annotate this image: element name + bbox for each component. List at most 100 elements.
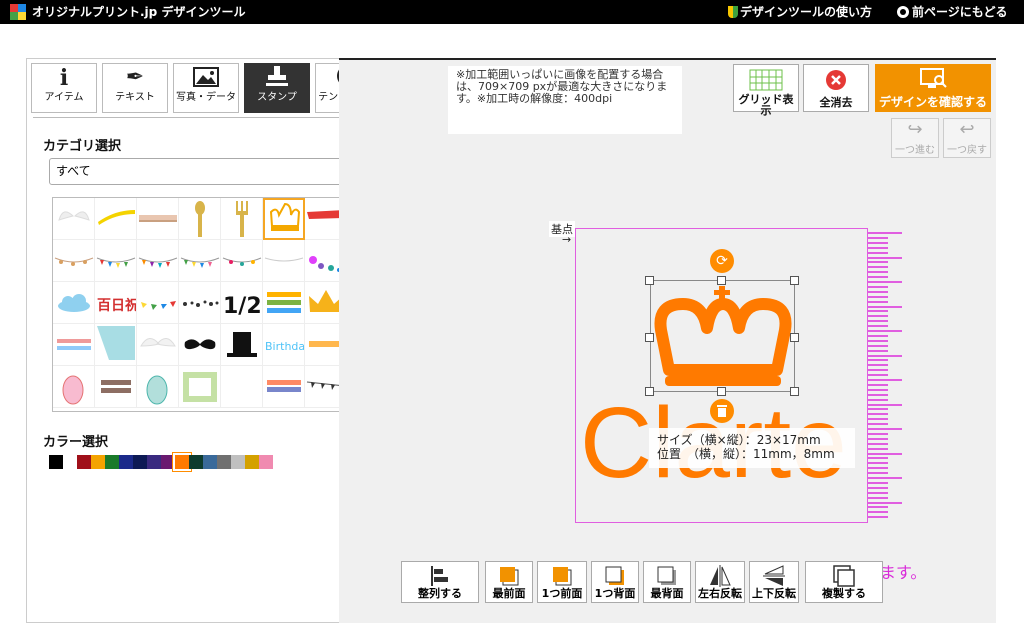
tab-stamp[interactable]: スタンプ	[244, 63, 310, 113]
tab-label: テキスト	[115, 92, 155, 103]
stamp-dots[interactable]	[179, 282, 221, 324]
resize-handle-n[interactable]	[717, 276, 726, 285]
image-icon	[174, 64, 238, 92]
selection-box	[650, 280, 795, 392]
send-back-label: 最背面	[650, 587, 684, 600]
color-swatch[interactable]	[147, 455, 161, 469]
resize-handle-sw[interactable]	[645, 387, 654, 396]
stamp-wings[interactable]	[53, 198, 95, 240]
stamp-cloud[interactable]	[53, 282, 95, 324]
color-swatch[interactable]	[259, 455, 273, 469]
color-swatch[interactable]	[63, 455, 77, 469]
grid-icon	[749, 69, 783, 91]
color-swatch[interactable]	[91, 455, 105, 469]
stamp-half-birthday-3[interactable]	[95, 366, 137, 408]
stamp-half-birthday-4[interactable]	[263, 366, 305, 408]
ruler	[868, 232, 902, 522]
stamp-half-block[interactable]	[95, 324, 137, 366]
ruler-tick	[868, 310, 888, 313]
flip-horizontal-button[interactable]: 左右反転	[695, 561, 745, 603]
color-swatch[interactable]	[231, 455, 245, 469]
stamp-spoon[interactable]	[179, 198, 221, 240]
stamp-yellow-swoosh[interactable]	[95, 198, 137, 240]
help-link[interactable]: デザインツールの使い方	[728, 3, 872, 20]
tab-text[interactable]: ✒ テキスト	[102, 63, 168, 113]
stamp-birthday-text[interactable]: Birthday	[263, 324, 305, 366]
redo-label: 一つ進む	[895, 145, 935, 156]
ruler-tick	[868, 271, 888, 274]
stamp-lace-ribbon[interactable]	[137, 198, 179, 240]
stamp-flag-garland-2[interactable]	[137, 240, 179, 282]
bring-front-button[interactable]: 最前面	[485, 561, 533, 603]
color-swatch[interactable]	[119, 455, 133, 469]
tab-item[interactable]: i アイテム	[31, 63, 97, 113]
color-swatch[interactable]	[203, 455, 217, 469]
back-link[interactable]: 前ページにもどる	[897, 3, 1008, 20]
ruler-tick	[868, 388, 888, 391]
color-swatch[interactable]	[133, 455, 147, 469]
resize-handle-se[interactable]	[790, 387, 799, 396]
stamp-baby-foot[interactable]	[137, 366, 179, 408]
flip-vertical-button[interactable]: 上下反転	[749, 561, 799, 603]
stamp-triangle-flags[interactable]	[137, 282, 179, 324]
duplicate-button[interactable]: 複製する	[805, 561, 883, 603]
align-button[interactable]: 整列する	[401, 561, 479, 603]
color-swatch[interactable]	[49, 455, 63, 469]
bring-front-icon	[486, 562, 532, 588]
send-back-button[interactable]: 最背面	[643, 561, 691, 603]
color-swatch[interactable]	[245, 455, 259, 469]
ruler-tick	[868, 477, 902, 479]
color-swatch[interactable]	[161, 455, 175, 469]
color-swatch[interactable]	[189, 455, 203, 469]
ruler-tick	[868, 481, 888, 484]
stamp-fork[interactable]	[221, 198, 263, 240]
color-swatch[interactable]	[173, 453, 191, 471]
stamp-happy-half-birthday[interactable]	[263, 282, 305, 324]
stamp-flag-garland[interactable]	[95, 240, 137, 282]
bring-forward-button[interactable]: 1つ前面	[537, 561, 587, 603]
stamp-top-hat[interactable]	[221, 324, 263, 366]
stamp-wings-2[interactable]	[137, 324, 179, 366]
color-swatch[interactable]	[105, 455, 119, 469]
tab-photo[interactable]: 写真・データ	[173, 63, 239, 113]
stamp-flower-bunting[interactable]	[221, 240, 263, 282]
stamp-bunting-2[interactable]	[179, 240, 221, 282]
stamp-bunting[interactable]	[53, 240, 95, 282]
stamp-blank[interactable]	[221, 366, 263, 408]
bottom-hint-text: ます。	[880, 563, 927, 582]
stamp-green-frame[interactable]	[179, 366, 221, 408]
beginner-mark-icon	[728, 6, 738, 18]
color-swatch[interactable]	[77, 455, 91, 469]
send-backward-label: 1つ背面	[594, 587, 636, 600]
resize-handle-ne[interactable]	[790, 276, 799, 285]
stamp-hyakunichi[interactable]: 百日祝	[95, 282, 137, 324]
ruler-tick	[868, 398, 888, 401]
stamp-baby-foot-pink[interactable]	[53, 366, 95, 408]
stamp-icon	[245, 64, 309, 92]
svg-text:1/2: 1/2	[223, 294, 262, 319]
stamp-crown-outline[interactable]	[263, 198, 305, 240]
stamp-mustache[interactable]	[179, 324, 221, 366]
stamp-half-birthday[interactable]	[53, 324, 95, 366]
resize-handle-nw[interactable]	[645, 276, 654, 285]
resize-handle-s[interactable]	[717, 387, 726, 396]
resize-handle-e[interactable]	[790, 333, 799, 342]
stamp-half[interactable]: 1/2	[221, 282, 263, 324]
redo-button[interactable]: ↪ 一つ進む	[891, 118, 939, 158]
stamp-flower-dots[interactable]	[263, 240, 305, 282]
send-back-icon	[644, 562, 690, 588]
resize-handle-w[interactable]	[645, 333, 654, 342]
send-backward-button[interactable]: 1つ背面	[591, 561, 639, 603]
ruler-tick	[868, 486, 888, 489]
grid-toggle-button[interactable]: グリッド表示	[733, 64, 799, 116]
confirm-design-button[interactable]: デザインを確認する	[875, 64, 991, 112]
rotate-icon[interactable]: ⟳	[710, 249, 734, 273]
category-select[interactable]: すべて	[49, 158, 365, 185]
clear-button-label: 全消去	[819, 96, 853, 109]
ruler-tick	[868, 300, 888, 303]
ruler-tick	[868, 442, 888, 445]
clear-all-button[interactable]: 全消去	[803, 64, 869, 112]
color-swatch[interactable]	[217, 455, 231, 469]
trash-icon[interactable]	[710, 399, 734, 423]
undo-button[interactable]: ↩ 一つ戻す	[943, 118, 991, 158]
